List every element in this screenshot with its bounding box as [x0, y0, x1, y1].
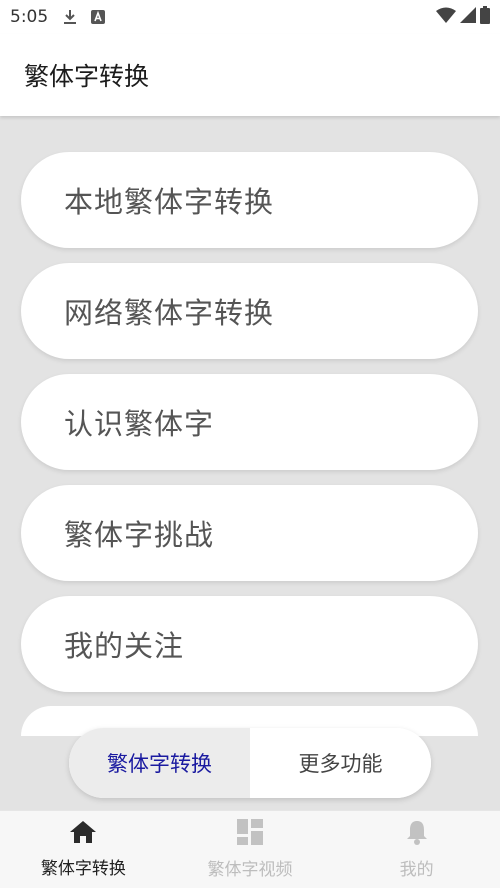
menu-item-label: 网络繁体字转换 [64, 296, 275, 330]
segment-convert[interactable]: 繁体字转换 [69, 728, 250, 798]
nav-label: 繁体字视频 [207, 860, 293, 880]
menu-item-label: 我的关注 [64, 629, 185, 663]
menu-item-network-convert[interactable]: 网络繁体字转换 [21, 263, 478, 359]
wifi-icon [436, 7, 456, 27]
nav-label: 繁体字转换 [40, 859, 126, 879]
download-icon [62, 9, 78, 25]
segment-more-functions[interactable]: 更多功能 [250, 728, 431, 798]
segmented-control: 繁体字转换 更多功能 [69, 728, 431, 798]
status-right-icons [436, 6, 490, 28]
menu-item-label: 认识繁体字 [64, 407, 215, 441]
status-bar: 5:05 [0, 0, 500, 34]
nav-label: 我的 [399, 860, 434, 880]
menu-item-challenge[interactable]: 繁体字挑战 [21, 485, 478, 581]
home-icon [69, 820, 97, 848]
menu-list: 本地繁体字转换 网络繁体字转换 认识繁体字 繁体字挑战 我的关注 [21, 152, 478, 707]
nav-tab-mine[interactable]: 我的 [333, 811, 500, 888]
bell-icon [405, 819, 429, 849]
bottom-nav: 繁体字转换 繁体字视频 我的 [0, 810, 500, 888]
battery-icon [480, 6, 490, 28]
menu-item-label: 繁体字挑战 [64, 518, 215, 552]
nav-tab-videos[interactable]: 繁体字视频 [167, 811, 334, 888]
nav-tab-convert[interactable]: 繁体字转换 [0, 811, 167, 888]
font-a-icon [90, 9, 106, 25]
menu-item-learn[interactable]: 认识繁体字 [21, 374, 478, 470]
status-time: 5:05 [10, 7, 49, 27]
signal-icon [460, 7, 476, 27]
app-bar: 繁体字转换 [0, 34, 500, 116]
menu-item-local-convert[interactable]: 本地繁体字转换 [21, 152, 478, 248]
menu-item-favorites[interactable]: 我的关注 [21, 596, 478, 692]
menu-item-label: 本地繁体字转换 [64, 185, 275, 219]
grid-icon [237, 819, 263, 849]
page-title: 繁体字转换 [24, 62, 150, 91]
